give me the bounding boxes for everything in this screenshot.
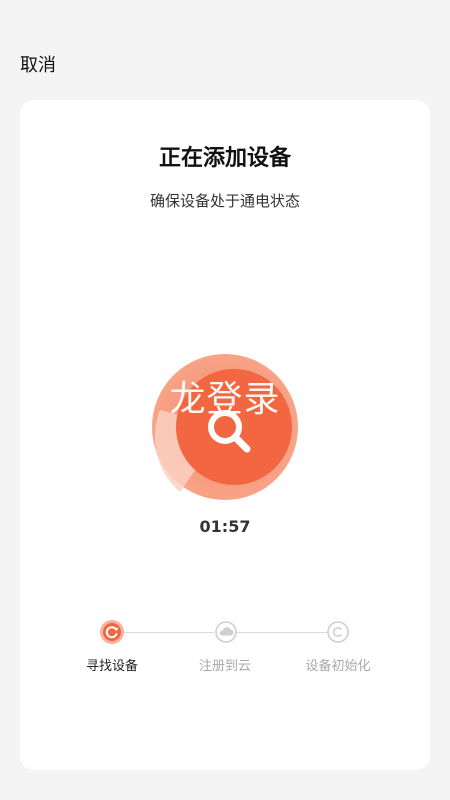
progress-line-2: [236, 632, 336, 633]
watermark-text: 龙登录: [169, 379, 281, 420]
step-dot-find: [100, 620, 124, 644]
top-bar: 取消: [0, 0, 450, 100]
step-dot-init: [327, 621, 349, 643]
progress-line-1: [124, 632, 214, 633]
step-label-find: 寻找设备: [85, 659, 138, 674]
step-label-init: 设备初始化: [305, 659, 371, 674]
add-device-card: 正在添加设备 确保设备处于通电状态 龙登录 01:57 寻找设备 注册到云 设备…: [20, 100, 430, 770]
countdown-timer: 01:57: [199, 517, 251, 536]
step-label-register: 注册到云: [198, 659, 251, 674]
step-dot-register: [215, 621, 237, 643]
power-on-hint: 确保设备处于通电状态: [149, 192, 300, 210]
cancel-button[interactable]: 取消: [20, 54, 56, 78]
device-search-animation: [152, 354, 298, 500]
page-title: 正在添加设备: [158, 146, 291, 171]
